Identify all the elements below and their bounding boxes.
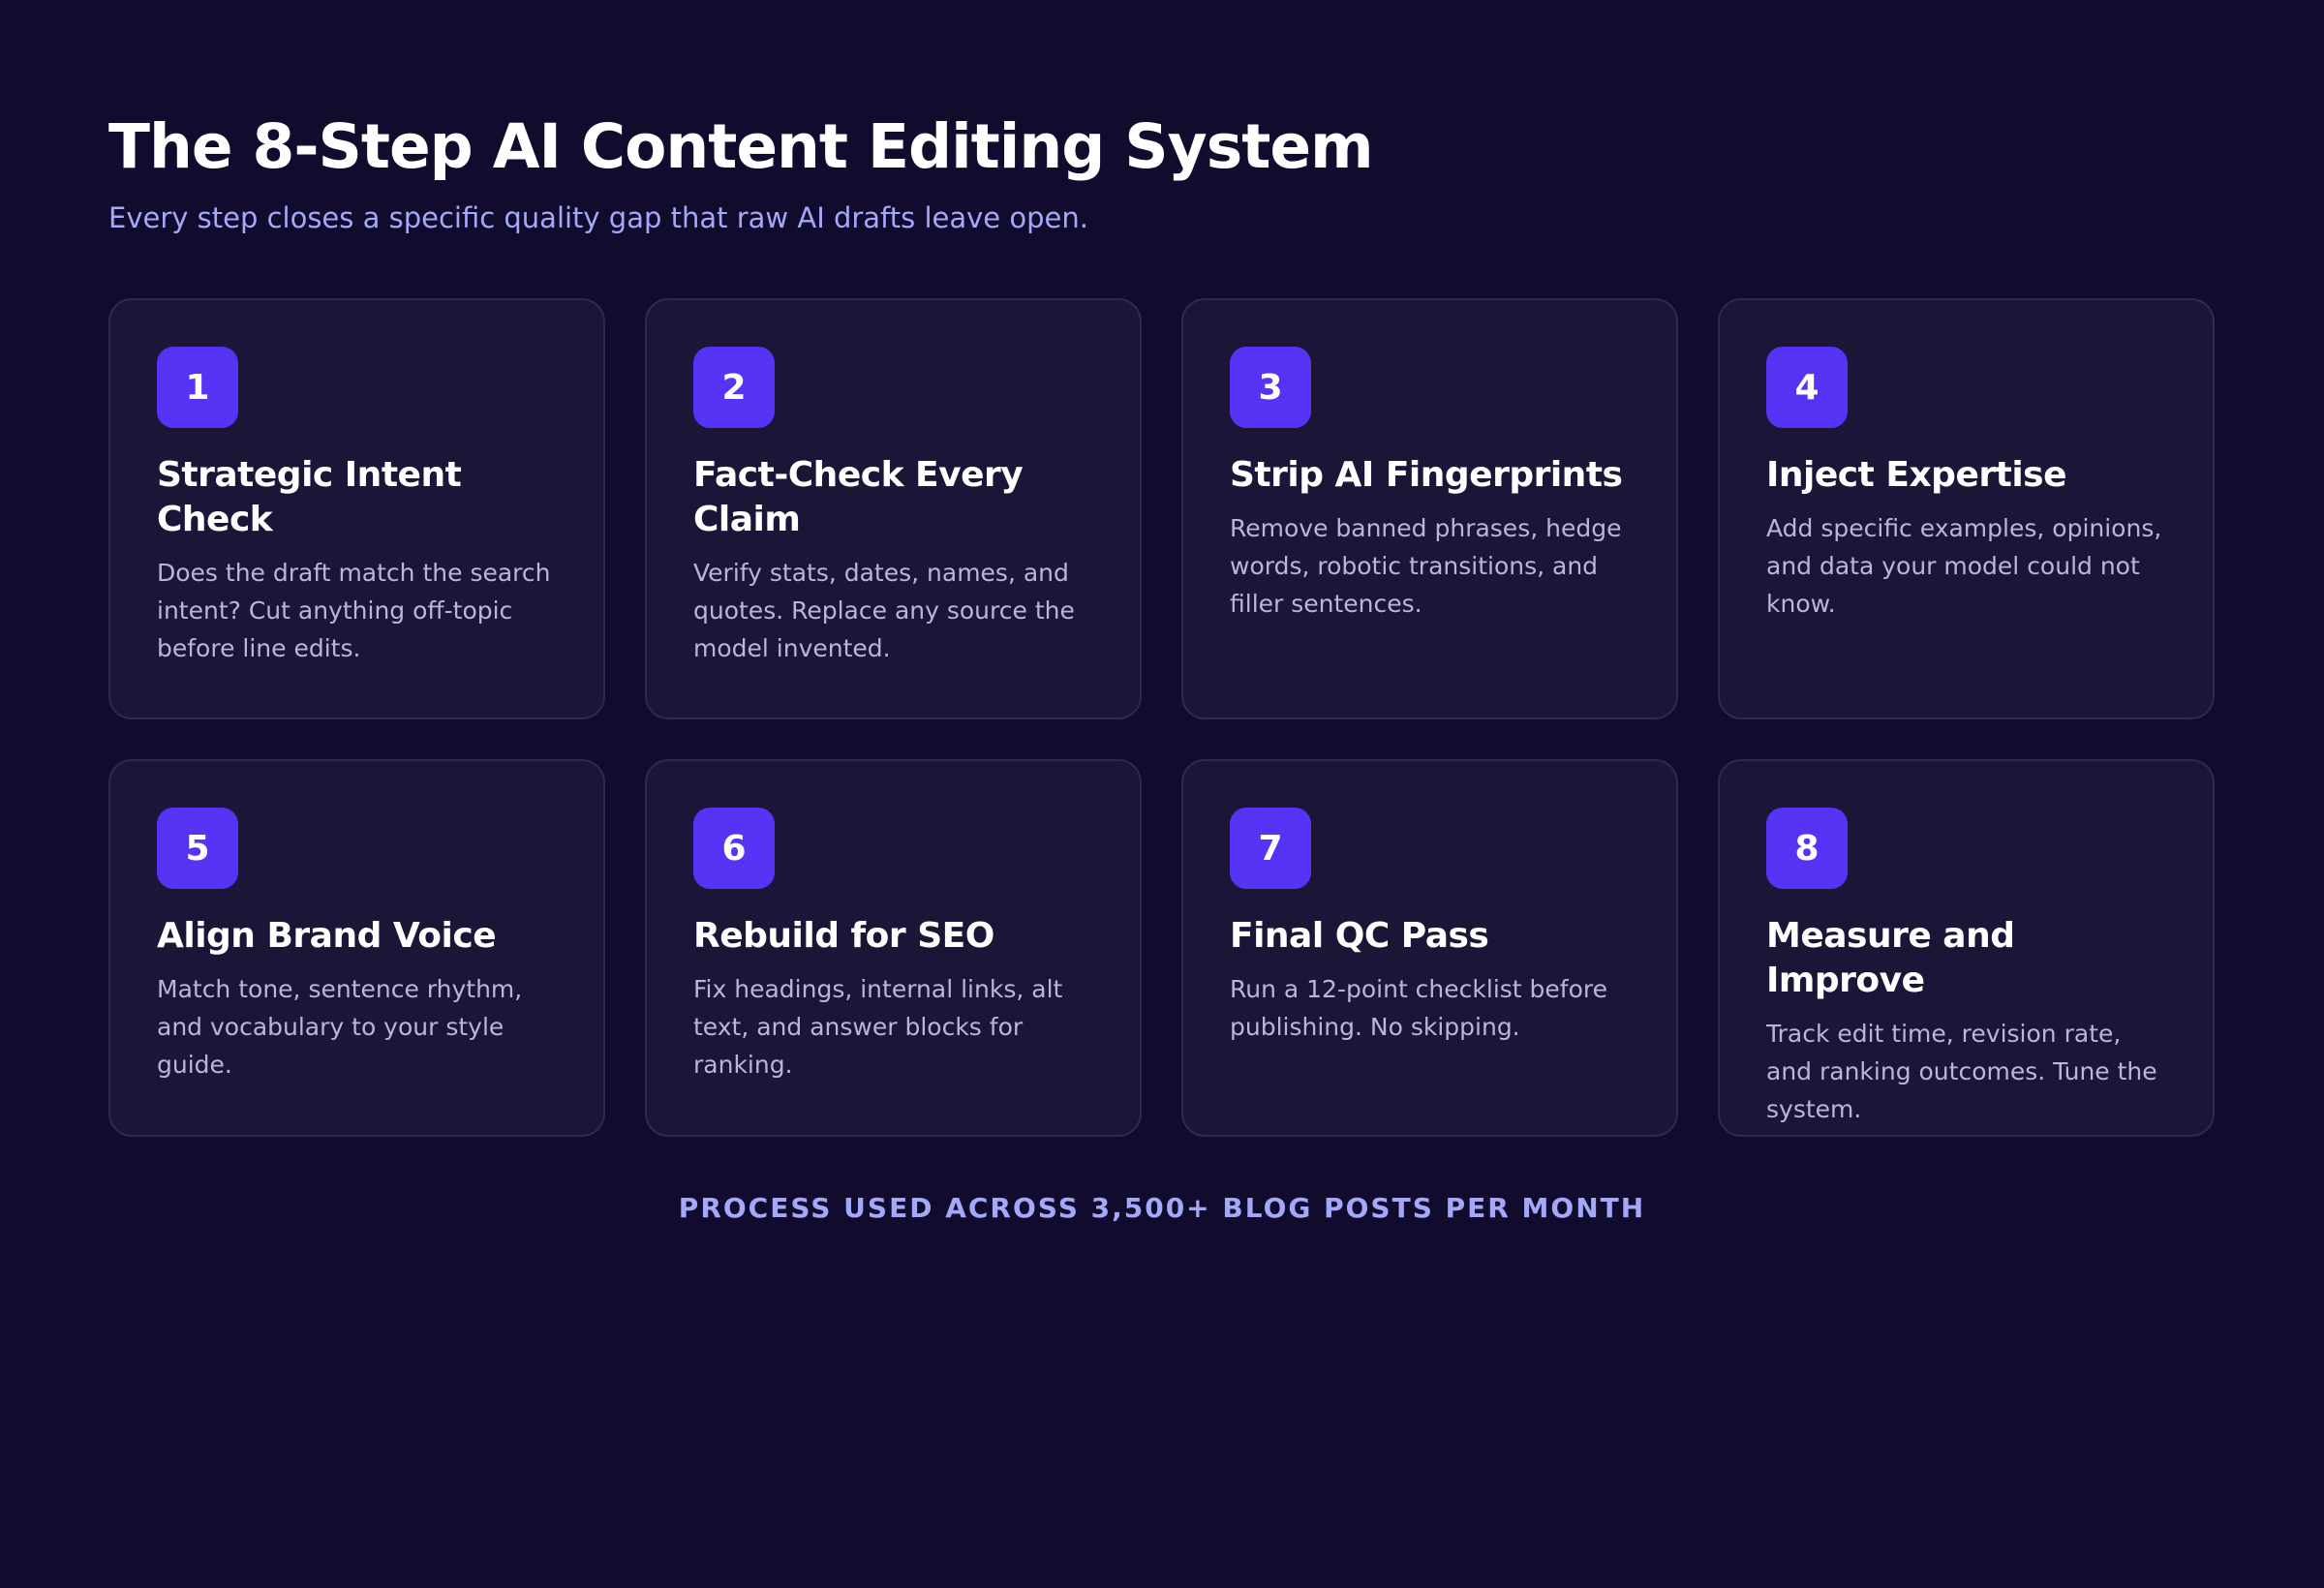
step-description: Verify stats, dates, names, and quotes. … (693, 559, 1075, 662)
step-number-badge: 8 (1766, 808, 1848, 889)
step-description: Fix headings, internal links, alt text, … (693, 975, 1063, 1079)
step-number-badge: 6 (693, 808, 775, 889)
step-card-5: 5 Align Brand Voice Match tone, sentence… (108, 759, 605, 1137)
step-number-badge: 2 (693, 347, 775, 428)
step-number-badge: 1 (157, 347, 238, 428)
step-card-4: 4 Inject Expertise Add specific examples… (1718, 298, 2215, 719)
page-subtitle: Every step closes a specific quality gap… (108, 201, 1088, 234)
step-description: Run a 12-point checklist before publishi… (1230, 975, 1608, 1041)
step-title: Align Brand Voice (157, 916, 497, 956)
step-card-1: 1 Strategic Intent Check Does the draft … (108, 298, 605, 719)
step-title: Strategic Intent Check (157, 455, 462, 539)
step-title: Inject Expertise (1766, 455, 2067, 495)
step-title: Measure and Improve (1766, 916, 2015, 1000)
step-description: Add specific examples, opinions, and dat… (1766, 514, 2162, 618)
step-number-badge: 7 (1230, 808, 1311, 889)
step-description: Track edit time, revision rate, and rank… (1766, 1020, 2157, 1123)
page-title: The 8-Step AI Content Editing System (108, 111, 1374, 182)
step-title: Final QC Pass (1230, 916, 1489, 956)
step-title: Strip AI Fingerprints (1230, 455, 1623, 495)
step-description: Does the draft match the search intent? … (157, 559, 551, 662)
step-description: Remove banned phrases, hedge words, robo… (1230, 514, 1622, 618)
step-title: Rebuild for SEO (693, 916, 994, 956)
step-card-6: 6 Rebuild for SEO Fix headings, internal… (645, 759, 1142, 1137)
step-description: Match tone, sentence rhythm, and vocabul… (157, 975, 523, 1079)
step-card-3: 3 Strip AI Fingerprints Remove banned ph… (1181, 298, 1678, 719)
step-title: Fact-Check Every Claim (693, 455, 1024, 539)
step-card-8: 8 Measure and Improve Track edit time, r… (1718, 759, 2215, 1137)
step-card-2: 2 Fact-Check Every Claim Verify stats, d… (645, 298, 1142, 719)
step-number-badge: 4 (1766, 347, 1848, 428)
step-number-badge: 5 (157, 808, 238, 889)
step-number-badge: 3 (1230, 347, 1311, 428)
step-card-7: 7 Final QC Pass Run a 12-point checklist… (1181, 759, 1678, 1137)
footer-note: PROCESS USED ACROSS 3,500+ BLOG POSTS PE… (678, 1192, 1646, 1224)
